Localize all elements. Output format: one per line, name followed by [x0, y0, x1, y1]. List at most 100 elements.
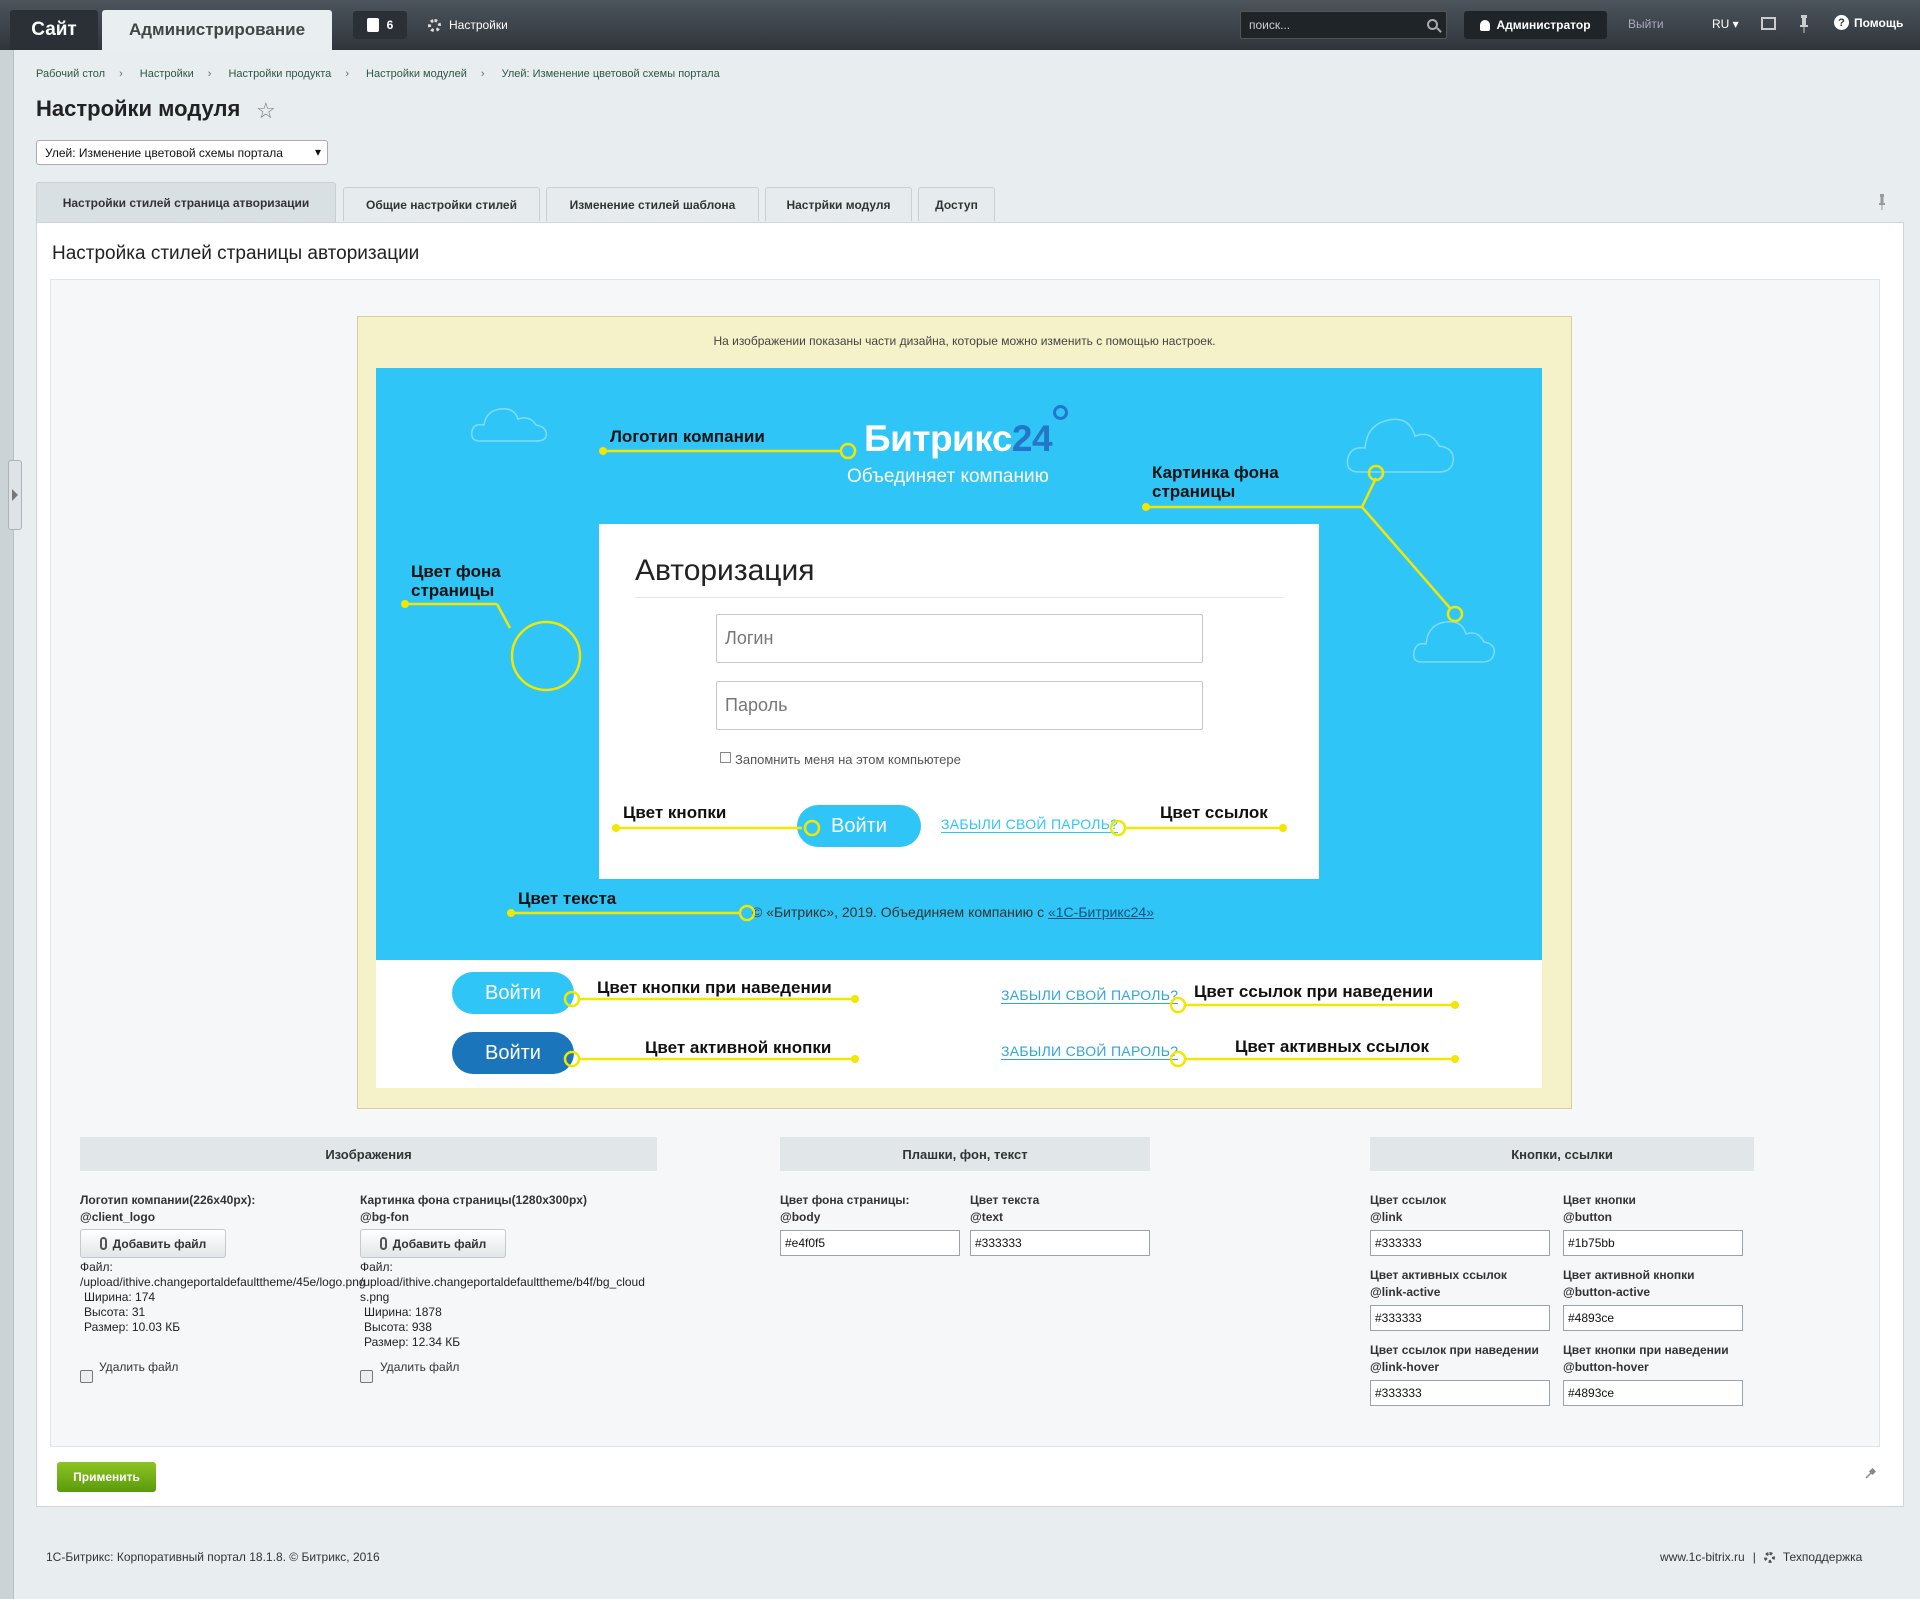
logout-link[interactable]: Выйти: [1628, 17, 1664, 31]
label-logo: Логотип компании: [610, 427, 765, 446]
label-button-color: Цвет кнопки: [623, 803, 727, 822]
search-placeholder: поиск...: [1249, 18, 1291, 32]
tab-auth-styles[interactable]: Настройки стилей страница атворизации: [36, 182, 336, 222]
label-bg-image-line2: страницы: [1152, 482, 1236, 501]
add-logo-file-button[interactable]: Добавить файл: [80, 1229, 226, 1258]
help-link[interactable]: ? Помощь: [1834, 15, 1903, 30]
delete-bg-label: Удалить файл: [380, 1360, 460, 1374]
logo-text: Битрикс: [864, 418, 1012, 459]
body-color-label: Цвет фона страницы: @body: [780, 1192, 909, 1226]
favorite-star-icon[interactable]: ☆: [256, 98, 276, 124]
link-hover-input[interactable]: #333333: [1370, 1380, 1550, 1406]
text-color-input[interactable]: #333333: [970, 1230, 1150, 1256]
search-icon[interactable]: [1427, 19, 1438, 30]
user-menu-button[interactable]: Администратор: [1464, 11, 1607, 39]
module-select[interactable]: Улей: Изменение цветовой схемы портала: [36, 140, 328, 165]
delete-bg-checkbox[interactable]: [360, 1370, 373, 1383]
tab-general-styles[interactable]: Общие настройки стилей: [343, 187, 540, 221]
bg-label: Картинка фона страницы(1280x300px): [360, 1193, 587, 1207]
pin-icon[interactable]: [1879, 194, 1885, 210]
tab-access[interactable]: Доступ: [918, 187, 995, 221]
section-images-header: Изображения: [80, 1137, 657, 1171]
delete-logo-checkbox[interactable]: [80, 1370, 93, 1383]
section-plates-header: Плашки, фон, текст: [780, 1137, 1150, 1171]
copyright-link: «1С-Битрикс24»: [1047, 904, 1154, 920]
panel-title: Настройка стилей страницы авторизации: [52, 243, 420, 264]
label-text-color: Цвет текста: [518, 889, 617, 908]
site-tab[interactable]: Сайт: [10, 10, 98, 50]
cloud-icon: [470, 407, 548, 442]
module-select-value: Улей: Изменение цветовой схемы портала: [45, 146, 283, 160]
tab-module-settings[interactable]: Настрйки модуля: [765, 187, 912, 221]
link-color-input[interactable]: #333333: [1370, 1230, 1550, 1256]
preview-login-input: Логин: [716, 614, 1203, 663]
file-width: Ширина: 1878: [364, 1305, 442, 1319]
link-hover-text: Цвет ссылок при наведении: [1370, 1343, 1539, 1357]
preview-logo: Битрикс24: [864, 418, 1053, 460]
link-active-input[interactable]: #333333: [1370, 1305, 1550, 1331]
file-label: Файл:: [80, 1260, 113, 1274]
preview-note: На изображении показаны части дизайна, к…: [713, 334, 1216, 348]
section-buttons-header: Кнопки, ссылки: [1370, 1137, 1754, 1171]
breadcrumb-item[interactable]: Улей: Изменение цветовой схемы портала: [502, 68, 720, 80]
add-bg-file-button[interactable]: Добавить файл: [360, 1229, 506, 1258]
breadcrumb-item[interactable]: Настройки продукта: [228, 68, 331, 80]
breadcrumb-item[interactable]: Настройки модулей: [366, 68, 467, 80]
button-hover-text: Цвет кнопки при наведении: [1563, 1343, 1729, 1357]
breadcrumb: Рабочий стол › Настройки › Настройки проду…: [36, 68, 720, 80]
window-icon[interactable]: [1761, 17, 1776, 30]
file-width: Ширина: 174: [84, 1290, 156, 1304]
preview-remember-label: Запомнить меня на этом компьютере: [735, 752, 961, 767]
apply-button[interactable]: Применить: [57, 1462, 156, 1492]
logo-field-label: Логотип компании(226x40px): @client_logo: [80, 1192, 255, 1226]
breadcrumb-item[interactable]: Настройки: [140, 68, 194, 80]
preview-hover-button: Войти: [452, 972, 574, 1014]
password-placeholder: Пароль: [725, 695, 788, 715]
label-bg-color-line1: Цвет фона: [411, 562, 501, 581]
body-color-input[interactable]: #e4f0f5: [780, 1230, 960, 1256]
link-active-label: Цвет активных ссылок @link-active: [1370, 1267, 1507, 1301]
file-path: /upload/ithive.changeportaldefaulttheme/…: [360, 1275, 645, 1304]
gear-icon: [428, 18, 441, 32]
footer-copyright: 1С-Битрикс: Корпоративный портал 18.1.8.…: [46, 1550, 380, 1564]
link-active-text: Цвет активных ссылок: [1370, 1268, 1507, 1282]
admin-tab[interactable]: Администрирование: [102, 10, 332, 50]
file-height: Высота: 938: [364, 1320, 432, 1334]
help-label: Помощь: [1854, 15, 1904, 30]
logo-number: 24: [1011, 418, 1053, 459]
pin-icon[interactable]: [1800, 15, 1808, 33]
language-select[interactable]: RU ▾: [1712, 17, 1739, 31]
link-color-label: Цвет ссылок @link: [1370, 1192, 1446, 1226]
button-active-input[interactable]: #4893ce: [1563, 1305, 1743, 1331]
text-var: @text: [970, 1210, 1004, 1224]
tab-template-styles[interactable]: Изменение стилей шаблона: [546, 187, 759, 221]
file-size: Размер: 10.03 КБ: [84, 1320, 181, 1334]
button-hover-input[interactable]: #4893ce: [1563, 1380, 1743, 1406]
preview-active-link: ЗАБЫЛИ СВОЙ ПАРОЛЬ?: [1001, 1043, 1179, 1060]
help-icon: ?: [1834, 15, 1849, 30]
label-bg-image-line1: Картинка фона: [1152, 463, 1279, 482]
settings-link[interactable]: Настройки: [428, 14, 508, 36]
notifications-button[interactable]: 6: [353, 11, 407, 39]
button-hover-var: @button-hover: [1563, 1360, 1649, 1374]
bg-var: @bg-fon: [360, 1210, 410, 1224]
button-hover-label: Цвет кнопки при наведении @button-hover: [1563, 1342, 1729, 1376]
pin-icon[interactable]: [1864, 1468, 1876, 1480]
label-button-hover: Цвет кнопки при наведении: [597, 978, 832, 997]
login-placeholder: Логин: [725, 628, 774, 648]
link-label: Цвет ссылок: [1370, 1193, 1447, 1207]
copyright-text: © «Битрикс», 2019. Объединяем компанию с: [752, 904, 1048, 920]
button-active-label: Цвет активной кнопки @button-active: [1563, 1267, 1695, 1301]
footer-site-link[interactable]: www.1c-bitrix.ru: [1660, 1550, 1745, 1564]
add-file-label: Добавить файл: [392, 1236, 487, 1251]
sidebar-expand-handle[interactable]: [8, 460, 22, 530]
delete-logo-label: Удалить файл: [99, 1360, 179, 1374]
search-input[interactable]: поиск...: [1240, 11, 1447, 39]
breadcrumb-item[interactable]: Рабочий стол: [36, 68, 105, 80]
page-title: Настройки модуля: [36, 96, 241, 121]
body-var: @body: [780, 1210, 821, 1224]
footer-support-link[interactable]: Техподдержка: [1783, 1550, 1863, 1564]
link-var: @link: [1370, 1210, 1403, 1224]
paperclip-icon: [379, 1237, 387, 1250]
button-color-input[interactable]: #1b75bb: [1563, 1230, 1743, 1256]
